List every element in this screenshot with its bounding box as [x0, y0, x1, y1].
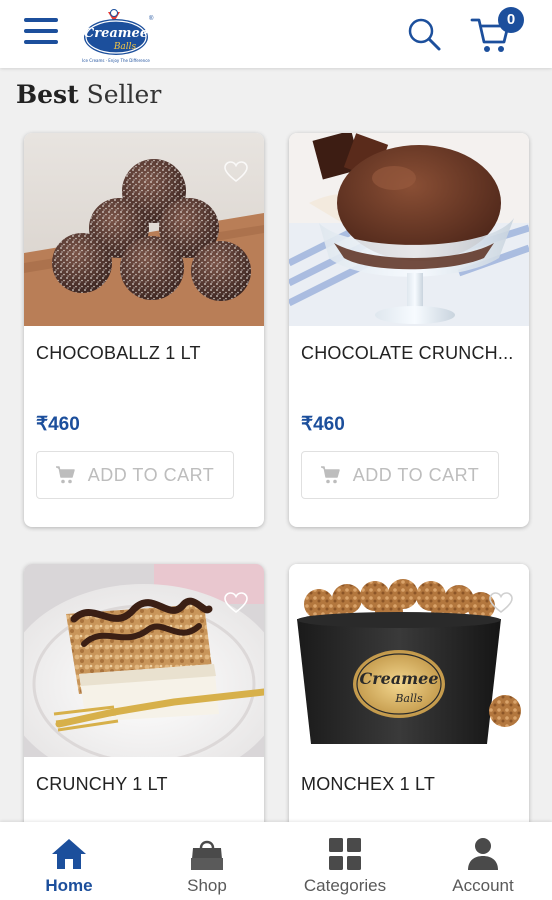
product-name[interactable]: CRUNCHY 1 LT — [36, 774, 252, 795]
nav-label-shop: Shop — [187, 876, 227, 895]
logo-tagline: Ice Creams · Enjoy The Difference — [82, 58, 150, 63]
person-icon — [468, 838, 498, 870]
search-icon[interactable] — [406, 16, 442, 52]
nav-item-shop[interactable]: Shop — [138, 822, 276, 900]
product-price: ₹460 — [36, 414, 80, 435]
logo-text: Creamee — [84, 26, 148, 41]
product-card[interactable]: CHOCOLATE CRUNCH... ₹460 ADD TO CART — [289, 133, 529, 527]
cart-count-badge: 0 — [498, 7, 524, 33]
product-name[interactable]: CHOCOLATE CRUNCH... — [301, 343, 517, 364]
nav-item-account[interactable]: Account — [414, 822, 552, 900]
section-title: Best Seller — [16, 80, 161, 109]
product-card[interactable]: CRUNCHY 1 LT — [24, 564, 264, 864]
nav-label-home: Home — [45, 876, 93, 895]
grid-icon — [329, 838, 361, 870]
section-title-light: Seller — [86, 80, 162, 109]
product-price: ₹460 — [301, 414, 345, 435]
section-title-bold: Best — [16, 80, 79, 109]
product-card[interactable]: CHOCOBALLZ 1 LT ₹460 ADD TO CART — [24, 133, 264, 527]
wishlist-heart-icon[interactable] — [489, 592, 513, 614]
nav-label-account: Account — [452, 876, 514, 895]
wishlist-heart-icon[interactable] — [224, 592, 248, 614]
wishlist-heart-icon[interactable] — [224, 161, 248, 183]
bottom-navigation: Home Shop Categories Account — [0, 822, 552, 900]
nav-item-categories[interactable]: Categories — [276, 822, 414, 900]
home-icon — [52, 839, 86, 869]
brand-logo[interactable]: Creamee Balls Ice Creams · Enjoy The Dif… — [78, 6, 154, 64]
svg-text:®: ® — [149, 15, 154, 22]
cart-icon — [320, 466, 340, 484]
logo-subtext: Balls — [113, 42, 137, 52]
add-to-cart-button[interactable]: ADD TO CART — [36, 451, 234, 499]
nav-label-categories: Categories — [303, 876, 387, 895]
add-to-cart-label: ADD TO CART — [87, 464, 215, 485]
add-to-cart-button[interactable]: ADD TO CART — [301, 451, 499, 499]
cart-icon — [55, 466, 75, 484]
product-card[interactable]: Creamee Balls MONCHEX 1 LT — [289, 564, 529, 864]
product-name[interactable]: CHOCOBALLZ 1 LT — [36, 343, 252, 364]
nav-item-home[interactable]: Home — [0, 822, 138, 900]
svg-text:Balls: Balls — [394, 692, 423, 705]
svg-text:Creamee: Creamee — [360, 669, 439, 688]
product-name[interactable]: MONCHEX 1 LT — [301, 774, 517, 795]
add-to-cart-label: ADD TO CART — [352, 464, 480, 485]
shopping-bag-icon — [191, 840, 223, 870]
hamburger-menu-icon[interactable] — [24, 18, 58, 46]
top-app-bar: Creamee Balls Ice Creams · Enjoy The Dif… — [0, 0, 552, 68]
